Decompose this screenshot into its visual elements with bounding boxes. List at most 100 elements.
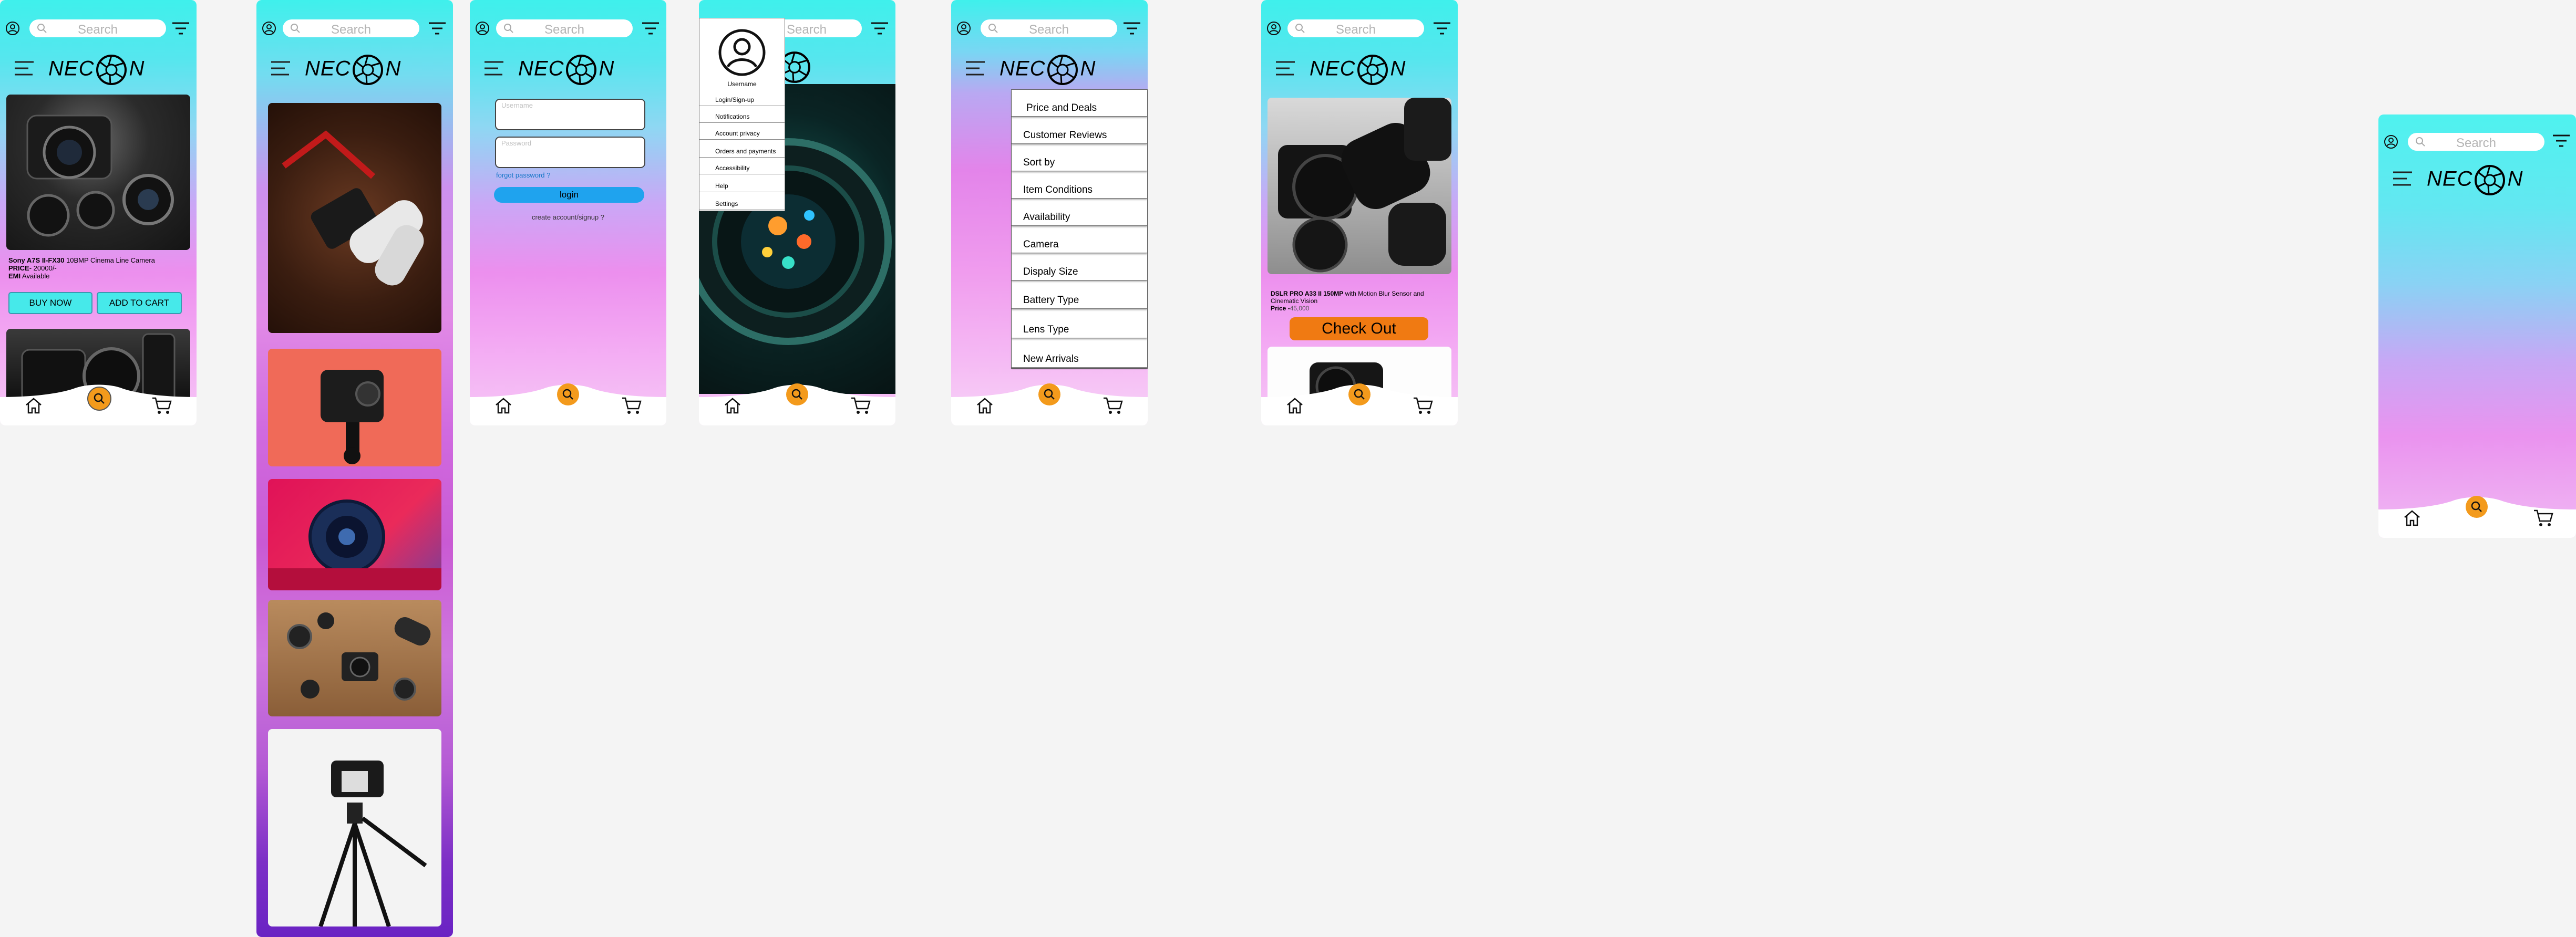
gallery-image-kit-flatlay[interactable] <box>268 600 441 716</box>
gallery-image-camera-leaves[interactable] <box>268 103 441 333</box>
filter-option-customer-reviews[interactable]: Customer Reviews <box>1012 117 1147 144</box>
cart-icon[interactable] <box>621 396 642 415</box>
hamburger-icon[interactable] <box>2392 170 2413 188</box>
product-name: Sony A7S II-FX30 <box>8 256 65 264</box>
cart-icon[interactable] <box>2533 508 2554 527</box>
filter-option-camera[interactable]: Camera <box>1012 226 1147 253</box>
product-image-camera-lenses[interactable] <box>6 95 190 250</box>
aperture-logo-icon <box>1357 55 1388 85</box>
gallery-image-tripod[interactable] <box>268 729 441 926</box>
brand-logo: NEC N <box>305 54 401 86</box>
search-icon <box>1044 389 1055 400</box>
aperture-logo-icon <box>96 55 127 85</box>
gallery-image-action-cam[interactable] <box>268 349 441 466</box>
search-nav-button[interactable] <box>1038 383 1060 405</box>
filter-icon[interactable] <box>428 21 447 37</box>
search-placeholder: Search <box>2456 136 2497 150</box>
filter-option-battery-type[interactable]: Battery Type <box>1012 281 1147 309</box>
user-name: Username <box>727 80 757 88</box>
filter-icon[interactable] <box>1433 21 1451 37</box>
search-input[interactable]: Search <box>496 19 633 37</box>
hamburger-icon[interactable] <box>483 60 504 78</box>
cart-icon[interactable] <box>1413 396 1434 415</box>
cart-icon[interactable] <box>850 396 871 415</box>
brand-logo: NEC N <box>2427 164 2523 196</box>
checkout-button[interactable]: Check Out <box>1290 317 1428 340</box>
filter-icon[interactable] <box>1122 21 1141 37</box>
emi-label: EMI <box>8 272 21 280</box>
filter-icon[interactable] <box>171 21 190 37</box>
price-value: - 20000/- <box>29 264 57 272</box>
brand-logo: NEC N <box>48 54 145 86</box>
search-input[interactable]: Search <box>1287 19 1424 37</box>
menu-item-login[interactable]: Login/Sign-up <box>699 90 785 106</box>
home-icon[interactable] <box>975 396 994 415</box>
hamburger-icon[interactable] <box>1275 60 1296 78</box>
add-to-cart-button[interactable]: ADD TO CART <box>97 292 182 314</box>
login-button[interactable]: login <box>494 187 644 203</box>
search-input[interactable]: Search <box>2408 133 2544 151</box>
password-field[interactable]: Password <box>495 137 645 168</box>
search-input[interactable]: Search <box>283 19 419 37</box>
top-bar: Search <box>2378 130 2576 154</box>
menu-item-account-privacy[interactable]: Account privacy <box>699 122 785 140</box>
bottom-nav <box>470 381 666 425</box>
menu-item-notifications[interactable]: Notifications <box>699 106 785 123</box>
checkout-product-image[interactable] <box>1268 98 1451 274</box>
hamburger-icon[interactable] <box>965 60 986 78</box>
gallery-image-lens-red[interactable] <box>268 479 441 590</box>
profile-icon[interactable] <box>2384 134 2398 149</box>
cart-icon[interactable] <box>1102 396 1124 415</box>
search-nav-button[interactable] <box>87 387 111 411</box>
search-placeholder: Search <box>544 23 585 37</box>
profile-icon[interactable] <box>5 21 20 36</box>
aperture-logo-icon <box>566 55 597 85</box>
home-icon[interactable] <box>494 396 513 415</box>
search-placeholder: Search <box>1335 23 1376 37</box>
menu-item-orders[interactable]: Orders and payments <box>699 139 785 158</box>
create-account-link[interactable]: create account/signup ? <box>470 213 666 221</box>
search-nav-button[interactable] <box>1348 383 1371 405</box>
bottom-nav <box>951 381 1148 425</box>
home-icon[interactable] <box>2403 508 2422 527</box>
filter-option-sort-by[interactable]: Sort by <box>1012 144 1147 171</box>
search-nav-button[interactable] <box>2466 496 2488 518</box>
forgot-password-link[interactable]: forgot password ? <box>496 171 550 179</box>
cart-icon[interactable] <box>151 396 172 415</box>
search-nav-button[interactable] <box>557 383 579 405</box>
filter-option-price-deals[interactable]: Price and Deals <box>1012 90 1147 117</box>
hamburger-icon[interactable] <box>270 60 291 78</box>
filter-option-lens-type[interactable]: Lens Type <box>1012 309 1147 338</box>
home-icon[interactable] <box>723 396 742 415</box>
filter-icon[interactable] <box>2552 133 2571 149</box>
buy-now-button[interactable]: BUY NOW <box>8 292 92 314</box>
filter-icon[interactable] <box>870 21 889 37</box>
menu-item-settings[interactable]: Settings <box>699 192 785 210</box>
username-field[interactable]: Username <box>495 99 645 130</box>
profile-icon[interactable] <box>475 21 490 36</box>
filter-option-availability[interactable]: Availability <box>1012 199 1147 226</box>
search-input[interactable]: Search <box>981 19 1117 37</box>
filter-icon[interactable] <box>641 21 660 37</box>
search-nav-button[interactable] <box>786 383 808 405</box>
brand-logo: NEC N <box>1310 54 1406 86</box>
aperture-logo-icon <box>353 55 384 85</box>
search-input[interactable]: Search <box>29 19 166 37</box>
profile-icon[interactable] <box>262 21 276 36</box>
filter-option-item-conditions[interactable]: Item Conditions <box>1012 172 1147 199</box>
emi-value: Available <box>20 272 50 280</box>
search-icon <box>2471 501 2482 512</box>
home-icon[interactable] <box>1285 396 1304 415</box>
product-info: Sony A7S II-FX30 10BMP Cinema Line Camer… <box>8 256 190 280</box>
search-placeholder: Search <box>1028 23 1069 37</box>
home-icon[interactable] <box>24 396 43 415</box>
hamburger-icon[interactable] <box>14 60 35 78</box>
filter-option-new-arrivals[interactable]: New Arrivals <box>1012 339 1147 368</box>
profile-icon[interactable] <box>1266 21 1281 36</box>
menu-item-help[interactable]: Help <box>699 174 785 192</box>
brand-logo: NEC N <box>518 54 614 86</box>
profile-icon[interactable] <box>956 21 971 36</box>
menu-item-accessibility[interactable]: Accessibility <box>699 157 785 174</box>
filter-option-display-size[interactable]: Dispaly Size <box>1012 254 1147 280</box>
top-bar: Search <box>0 17 197 41</box>
